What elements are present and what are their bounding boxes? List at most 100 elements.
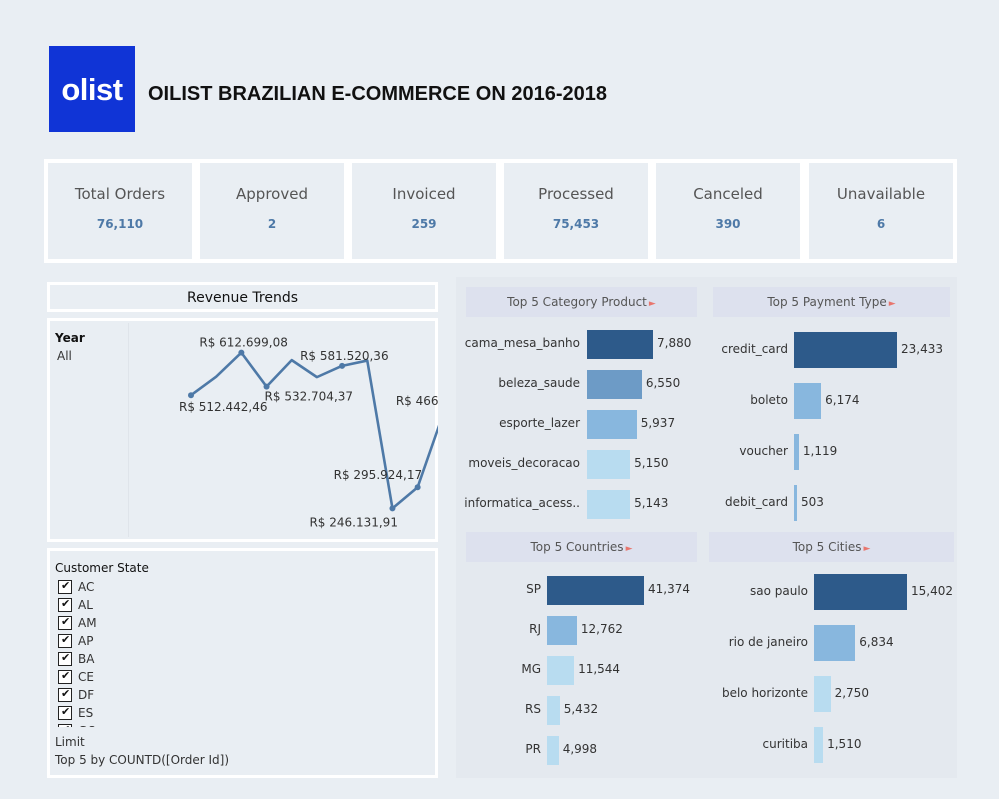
bar[interactable] <box>814 574 907 610</box>
bar-category-label: sao paulo <box>749 584 808 598</box>
cities-chart-header[interactable]: Top 5 Cities ► <box>709 532 954 562</box>
bar-value-label: 15,402 <box>911 584 953 598</box>
year-filter-value[interactable]: All <box>57 349 72 363</box>
bar[interactable] <box>587 369 642 399</box>
kpi-value: 6 <box>876 217 886 231</box>
bar[interactable] <box>814 625 856 661</box>
bar-category-label: PR <box>525 742 541 756</box>
checkbox[interactable]: ✔ <box>58 579 72 594</box>
bar[interactable] <box>547 735 559 765</box>
customer-state-title: Customer State <box>55 561 149 575</box>
kpi-label: Invoiced <box>392 185 456 203</box>
kpi-invoiced: Invoiced 259 <box>352 163 496 259</box>
kpi-canceled: Canceled 390 <box>656 163 800 259</box>
bar-category-label: boleto <box>750 393 788 407</box>
revenue-data-label: R$ 581.520,36 <box>300 349 389 363</box>
payment-bar-chart: credit_card 23,433 boleto 6,174 voucher 1,119… <box>713 322 950 527</box>
bar-value-label: 1,510 <box>827 737 862 751</box>
bar-value-label: 6,550 <box>645 376 681 390</box>
bar-value-label: 4,998 <box>562 742 598 756</box>
bar[interactable] <box>814 676 831 712</box>
kpi-value: 390 <box>715 217 741 231</box>
countries-chart-header[interactable]: Top 5 Countries ► <box>466 532 697 562</box>
kpi-value: 76,110 <box>96 217 144 231</box>
bar[interactable] <box>547 695 560 725</box>
kpi-value: 2 <box>267 217 277 231</box>
revenue-line <box>190 351 438 510</box>
revenue-point[interactable] <box>238 349 245 356</box>
bar[interactable] <box>794 434 799 470</box>
sort-arrow-icon[interactable]: ► <box>863 544 870 554</box>
bar-value-label: 2,750 <box>834 686 869 700</box>
bar-category-label: esporte_lazer <box>499 416 580 430</box>
checkbox[interactable]: ✔ <box>58 633 72 648</box>
bar[interactable] <box>587 489 631 519</box>
bar-category-label: beleza_saude <box>498 376 580 390</box>
bar[interactable] <box>547 615 577 645</box>
bar[interactable] <box>814 727 824 763</box>
checkbox[interactable]: ✔ <box>58 723 72 727</box>
checkbox[interactable]: ✔ <box>58 669 72 684</box>
revenue-data-label: R$ 512.442,46 <box>179 400 268 414</box>
checkbox[interactable]: ✔ <box>58 615 72 630</box>
bar-value-label: 7,880 <box>657 336 692 350</box>
revenue-data-label: R$ 466.369,13 <box>396 394 438 408</box>
revenue-data-label: R$ 612.699,08 <box>199 336 288 350</box>
countries-chart-title: Top 5 Countries <box>530 540 624 554</box>
state-checkbox-list: ✔AC ✔AL ✔AM ✔AP ✔BA ✔CE ✔DF ✔ES ✔GO <box>50 577 435 727</box>
countries-bar-chart: SP 41,374 RJ 12,762 MG 11,544 RS 5,432 PR 4,998 <box>466 568 697 773</box>
year-filter-label: Year <box>55 331 85 345</box>
bar[interactable] <box>587 329 653 359</box>
bar-value-label: 11,544 <box>578 662 621 676</box>
bar[interactable] <box>794 332 897 368</box>
checkbox[interactable]: ✔ <box>58 651 72 666</box>
revenue-trends-panel: Year All R$ 512.442,46 R$ 612.699,08 R$ 53… <box>47 318 438 542</box>
bar-category-label: belo horizonte <box>721 686 808 700</box>
kpi-total-orders: Total Orders 76,110 <box>48 163 192 259</box>
revenue-data-label: R$ 295.924,17 <box>334 468 423 482</box>
revenue-point[interactable] <box>414 484 421 491</box>
kpi-value: 75,453 <box>552 217 600 231</box>
revenue-point[interactable] <box>389 505 396 512</box>
bar[interactable] <box>794 485 797 521</box>
cities-chart-title: Top 5 Cities <box>792 540 862 554</box>
revenue-line-chart: R$ 512.442,46 R$ 612.699,08 R$ 532.704,37 R… <box>179 336 438 529</box>
revenue-point[interactable] <box>188 392 194 399</box>
revenue-data-label: R$ 532.704,37 <box>265 390 354 404</box>
bar-value-label: 6,834 <box>859 635 894 649</box>
bar-value-label: 41,374 <box>648 582 690 596</box>
page-title: OILIST BRAZILIAN E-COMMERCE ON 2016-2018 <box>148 83 607 105</box>
kpi-label: Approved <box>236 185 308 203</box>
bar[interactable] <box>587 409 637 439</box>
category-chart-header[interactable]: Top 5 Category Product ► <box>466 287 697 317</box>
sort-arrow-icon[interactable]: ► <box>649 299 656 309</box>
bar[interactable] <box>547 655 575 685</box>
bar-category-label: MG <box>521 662 541 676</box>
bar-value-label: 1,119 <box>802 444 838 458</box>
checkbox[interactable]: ✔ <box>58 687 72 702</box>
kpi-label: Canceled <box>693 185 763 203</box>
sort-arrow-icon[interactable]: ► <box>889 299 896 309</box>
sort-arrow-icon[interactable]: ► <box>626 544 633 554</box>
kpi-strip: Total Orders 76,110 Approved 2 Invoiced … <box>44 159 957 263</box>
bar[interactable] <box>547 575 644 605</box>
checkbox[interactable]: ✔ <box>58 705 72 720</box>
bar-category-label: cama_mesa_banho <box>464 336 580 350</box>
revenue-trends-header: Revenue Trends <box>47 282 438 312</box>
olist-logo: olist <box>49 46 135 132</box>
kpi-label: Total Orders <box>74 185 166 203</box>
limit-label: Limit <box>55 735 85 749</box>
bar-category-label: voucher <box>739 444 788 458</box>
kpi-value: 259 <box>411 217 437 231</box>
bar[interactable] <box>794 383 822 419</box>
bar-category-label: curitiba <box>762 737 808 751</box>
bar-value-label: 5,937 <box>640 416 676 430</box>
bar[interactable] <box>587 449 631 479</box>
payment-chart-header[interactable]: Top 5 Payment Type ► <box>713 287 950 317</box>
bar-category-label: RJ <box>529 622 541 636</box>
customer-state-panel: Customer State ✔ AC ✔ AL ✔ AM ✔ AP ✔ BA ✔ CE ✔… <box>47 548 438 778</box>
bar-value-label: 5,150 <box>634 456 669 470</box>
checkbox[interactable]: ✔ <box>58 597 72 612</box>
revenue-point[interactable] <box>339 362 346 369</box>
bar-value-label: 12,762 <box>580 622 623 636</box>
